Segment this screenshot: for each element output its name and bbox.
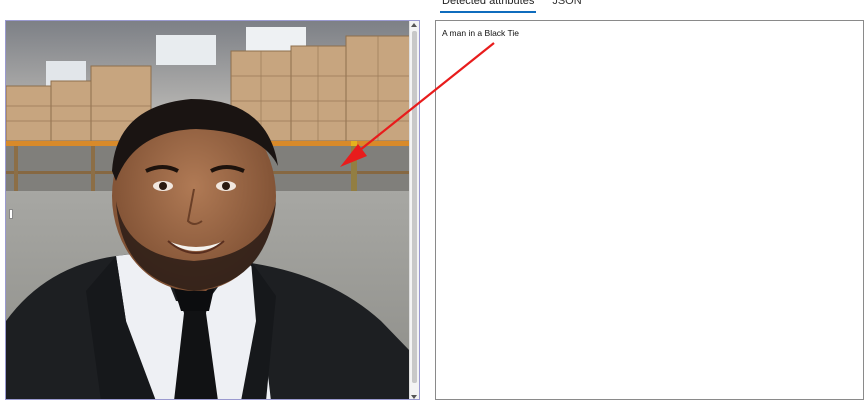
detected-attributes-panel[interactable]: A man in a Black Tie [435,20,864,400]
detected-attribute-text: A man in a Black Tie [442,28,520,38]
scroll-thumb[interactable] [412,31,417,383]
scroll-up-icon[interactable] [411,23,417,27]
resize-handle-left[interactable] [9,209,13,219]
tab-json[interactable]: JSON [550,0,583,11]
photo-image [6,21,410,399]
scrollbar[interactable] [409,21,419,399]
image-viewer[interactable] [5,20,420,400]
result-tabs: Detected attributes JSON [440,0,584,13]
scroll-down-icon[interactable] [411,395,417,399]
tab-detected-attributes[interactable]: Detected attributes [440,0,537,13]
